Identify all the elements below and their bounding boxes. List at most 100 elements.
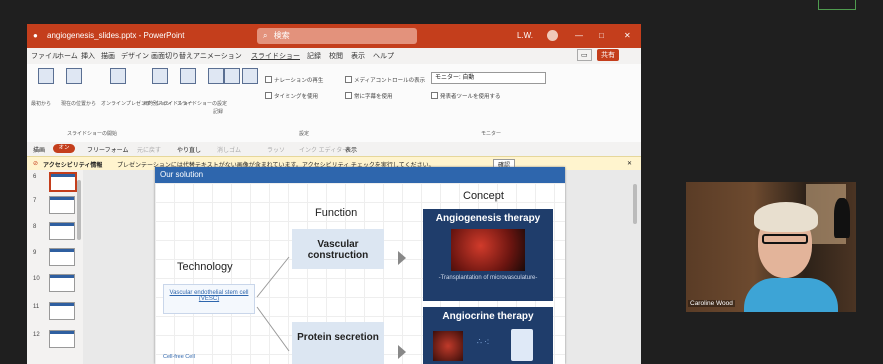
search-icon: ⌕ [263, 31, 268, 40]
lasso-tool[interactable]: ラッソ [267, 145, 285, 154]
slide-thumbnail-11[interactable] [49, 302, 75, 320]
undo-tool[interactable]: 元に戻す [137, 145, 161, 154]
monitor-select[interactable]: モニター: 自動 [431, 72, 546, 84]
warning-title: アクセシビリティ情報 [43, 163, 103, 169]
slide-thumbnail-12[interactable] [49, 330, 75, 348]
slide-thumbnail-9[interactable] [49, 248, 75, 266]
thumb-number: 7 [33, 198, 37, 204]
eraser-tool[interactable]: 消しゴム [217, 145, 241, 154]
concept-box-angiogenesis: Angiogenesis therapy -Transplantation of… [423, 209, 553, 301]
slide-header: Our solution [155, 167, 565, 183]
menu-draw[interactable]: 描画 [101, 51, 115, 61]
menu-record[interactable]: 記録 [307, 51, 321, 61]
slide-thumbnail-10[interactable] [49, 274, 75, 292]
warning-close-button[interactable]: ✕ [627, 160, 632, 167]
arrow-right-icon [398, 251, 406, 265]
freeform-tool[interactable]: フリーフォーム [87, 145, 128, 154]
avatar[interactable] [547, 30, 558, 41]
thumb-number: 11 [33, 304, 40, 310]
comment-icon[interactable]: ▭ [577, 49, 592, 61]
user-name: L.W. [517, 31, 534, 40]
zoom-indicator [818, 0, 856, 10]
menu-bar: ファイル ホーム 挿入 描画 デザイン 画面切り替え アニメーション スライドシ… [27, 48, 641, 64]
menu-insert[interactable]: 挿入 [81, 51, 95, 61]
vial-icon [511, 329, 533, 361]
ribbon-label: 記録 [213, 109, 224, 115]
menu-review[interactable]: 校閲 [329, 51, 343, 61]
menu-help[interactable]: ヘルプ [373, 51, 394, 61]
record-button[interactable] [239, 68, 261, 98]
menu-design[interactable]: デザイン [121, 51, 149, 61]
minimize-button[interactable]: — [575, 24, 583, 48]
slide-thumbnails: 6 7 8 9 10 11 12 [27, 170, 83, 364]
title-bar: ● angiogenesis_slides.pptx - PowerPoint … [27, 24, 641, 48]
menu-home[interactable]: ホーム [57, 51, 78, 61]
molecules-icon: ∴ ·: [476, 337, 490, 346]
slide-thumbnail-6[interactable] [49, 172, 77, 192]
setup-show-button[interactable] [177, 68, 199, 98]
warning-icon: ⊘ [33, 161, 39, 167]
media-controls-check[interactable]: メディアコントロールの表示 [345, 76, 425, 84]
ink-label: 描画 [33, 148, 46, 154]
thumb-number: 9 [33, 250, 37, 256]
function-heading: Function [315, 207, 358, 219]
ribbon-label: 現在の位置から [61, 101, 97, 107]
from-beginning-button[interactable] [35, 68, 57, 98]
document-title: angiogenesis_slides.pptx - PowerPoint [47, 31, 185, 40]
use-timings-check[interactable]: タイミングを使用 [265, 92, 318, 100]
presenter-view-check[interactable]: 発表者ツールを使用する [431, 92, 501, 100]
rehearse-icon [224, 68, 240, 84]
concept1-title: Angiogenesis therapy [435, 213, 541, 224]
menu-slideshow[interactable]: スライドショー [251, 51, 300, 61]
concept-box-angiocrine: Angiocrine therapy ∴ ·: [423, 307, 553, 364]
view-tool[interactable]: 表示 [345, 145, 357, 154]
search-placeholder: 検索 [273, 31, 290, 40]
technology-box-2: Cell-free Cell [163, 354, 195, 360]
menu-animations[interactable]: アニメーション [193, 51, 242, 61]
record-icon [242, 68, 258, 84]
thumb-number: 10 [33, 276, 40, 282]
current-slide[interactable]: Our solution Concept Function Technology… [155, 167, 565, 364]
custom-show-icon [152, 68, 168, 84]
share-button[interactable]: 共有 [597, 49, 619, 61]
person-hair [754, 202, 818, 232]
play-narrations-check[interactable]: ナレーションの再生 [265, 76, 323, 84]
slide-thumbnail-8[interactable] [49, 222, 75, 240]
always-subtitles-check[interactable]: 常に字幕を使用 [345, 92, 393, 100]
canvas-scrollbar[interactable] [633, 184, 637, 224]
angiogenesis-image [451, 229, 525, 271]
maximize-button[interactable]: □ [599, 24, 604, 48]
menu-view[interactable]: 表示 [351, 51, 365, 61]
technology-heading: Technology [177, 261, 233, 273]
ink-toolbar: 描画 オン フリーフォーム 元に戻す やり直し 消しゴム ラッソ インク エディ… [27, 142, 641, 156]
ink-editor-tool[interactable]: インク エディター [299, 145, 348, 154]
function-box-protein: Protein secretion [292, 322, 384, 364]
ink-toggle[interactable]: オン [53, 144, 75, 153]
concept1-subtitle: -Transplantation of microvasculature- [438, 275, 538, 281]
setup-icon [180, 68, 196, 84]
person-shirt [744, 278, 838, 312]
thumbnail-scrollbar[interactable] [77, 180, 81, 240]
present-online-button[interactable] [107, 68, 129, 98]
statue-silhouette [834, 198, 850, 238]
close-button[interactable]: ✕ [624, 24, 631, 48]
slide-thumbnail-7[interactable] [49, 196, 75, 214]
concept2-title: Angiocrine therapy [442, 311, 534, 322]
glasses [762, 234, 808, 244]
function-box-vascular: Vascular construction [292, 229, 384, 269]
technology-box: Vascular endothelial stem cell (VESC) [163, 284, 255, 314]
from-current-button[interactable] [63, 68, 85, 98]
menu-transitions[interactable]: 画面切り替え [151, 51, 193, 61]
autosave-icon[interactable]: ● [33, 24, 38, 48]
arrow-right-icon [398, 345, 406, 359]
concept-heading: Concept [463, 190, 504, 202]
slideshow-current-icon [66, 68, 82, 84]
ribbon-label: 最初から [31, 101, 52, 107]
participant-video[interactable]: Caroline Wood [686, 182, 856, 312]
custom-show-button[interactable] [149, 68, 171, 98]
redo-tool[interactable]: やり直し [177, 145, 201, 154]
slideshow-icon [38, 68, 54, 84]
ribbon: 最初から 現在の位置から オンラインプレゼンテーション 目的別スライドショー ス… [27, 64, 641, 143]
search-input[interactable]: ⌕ 検索 [257, 28, 417, 44]
menu-file[interactable]: ファイル [31, 51, 59, 61]
